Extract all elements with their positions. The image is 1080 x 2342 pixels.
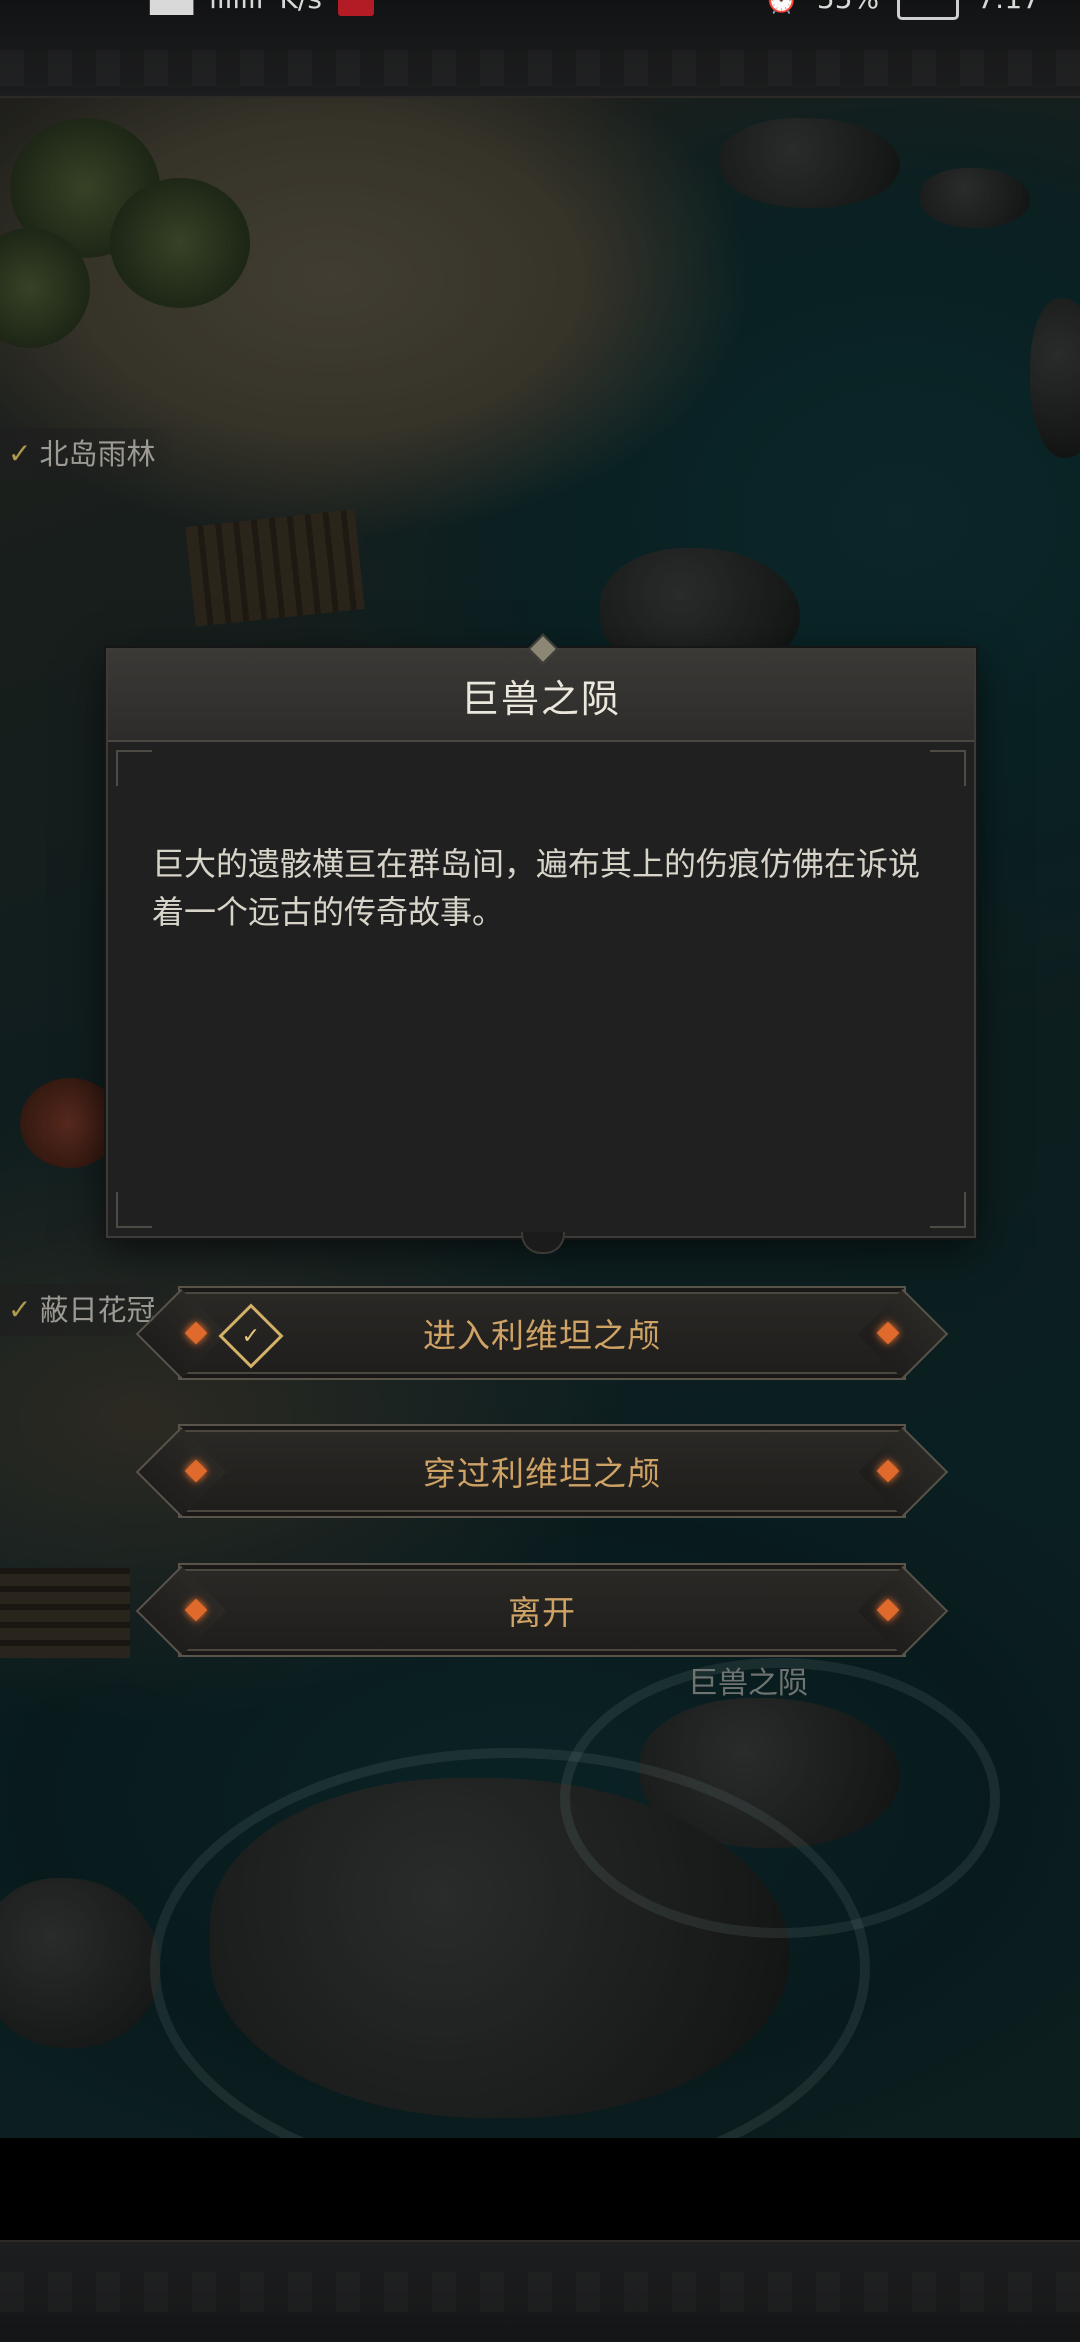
letterbox-bar — [0, 2138, 1080, 2240]
gem-icon — [184, 1321, 208, 1345]
corner-ornament — [116, 750, 152, 786]
app-notification-icon — [337, 0, 374, 16]
checkmark-icon: ✓ — [8, 1293, 32, 1326]
status-right: ⏰ 55% 7:17 — [764, 0, 1040, 20]
enter-leviathan-skull-button[interactable]: ✓ 进入利维坦之颅 — [178, 1286, 906, 1380]
option-label: 进入利维坦之颅 — [423, 1316, 661, 1355]
dialog-description: 巨大的遗骸横亘在群岛间，遍布其上的伤痕仿佛在诉说着一个远古的传奇故事。 — [152, 845, 921, 931]
battery-percent: 55% — [817, 0, 879, 15]
gem-icon — [876, 1598, 900, 1622]
alarm-icon: ⏰ — [764, 0, 799, 15]
signal-icon: ıllıllı — [209, 0, 263, 15]
map-label-text: 北岛雨林 — [39, 437, 156, 471]
gem-icon — [184, 1459, 208, 1483]
gem-icon — [876, 1321, 900, 1345]
gem-icon — [184, 1598, 208, 1622]
map-label-beast-fall[interactable]: 巨兽之陨 — [688, 1658, 808, 1702]
status-bar: ▆▆ ıllıllı K/s ⏰ 55% 7:17 — [0, 0, 1080, 98]
option-label: 离开 — [508, 1593, 576, 1632]
leave-button[interactable]: 离开 — [178, 1563, 906, 1657]
footer-ornament — [0, 2272, 1080, 2312]
bottom-ornament-bar — [0, 2240, 1080, 2342]
location-dialog: 巨兽之陨 巨大的遗骸横亘在群岛间，遍布其上的伤痕仿佛在诉说着一个远古的传奇故事。 — [106, 633, 976, 1254]
quest-check-icon: ✓ — [218, 1303, 284, 1369]
battery-icon — [897, 0, 960, 20]
network-speed: K/s — [280, 0, 322, 15]
dialog-title: 巨兽之陨 — [460, 676, 621, 721]
corner-ornament — [116, 1192, 152, 1228]
pass-leviathan-skull-button[interactable]: 穿过利维坦之颅 — [178, 1424, 906, 1518]
dialog-header: 巨兽之陨 — [108, 650, 974, 742]
corner-ornament — [930, 750, 966, 786]
notification-icon: ▆▆ — [150, 0, 193, 15]
corner-ornament — [930, 1192, 966, 1228]
map-label-text: 蔽日花冠 — [39, 1293, 156, 1327]
gem-icon — [876, 1459, 900, 1483]
map-label-north-island[interactable]: ✓ 北岛雨林 — [0, 428, 176, 480]
option-label: 穿过利维坦之颅 — [423, 1454, 661, 1493]
clock: 7:17 — [977, 0, 1040, 15]
header-ornament — [0, 50, 1080, 86]
checkmark-icon: ✓ — [8, 437, 32, 470]
status-left: ▆▆ ıllıllı K/s — [150, 0, 374, 16]
